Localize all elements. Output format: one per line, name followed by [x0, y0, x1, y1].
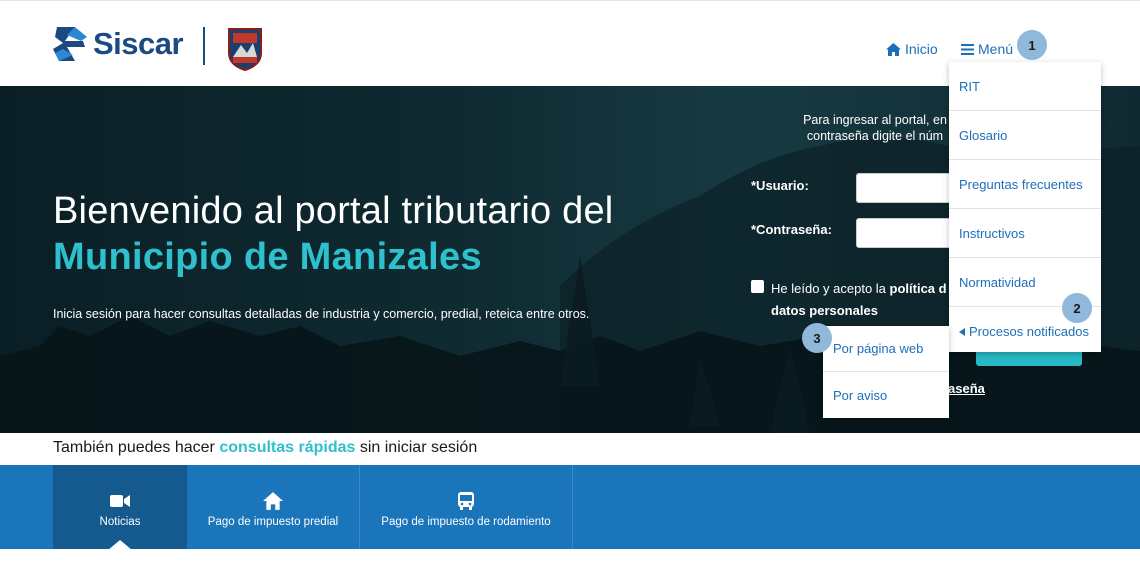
siscar-logo[interactable]: Siscar: [53, 25, 184, 63]
tab-label: Pago de impuesto predial: [207, 516, 339, 528]
page: Siscar Inicio Menú Bienvenido al portal …: [0, 0, 1140, 570]
quick-post: sin iniciar sesión: [359, 439, 478, 456]
siscar-logo-icon: [53, 27, 87, 61]
menu-item-label: RIT: [959, 78, 980, 94]
nav-inicio-label: Inicio: [905, 41, 938, 57]
menu-item-label: Preguntas frecuentes: [959, 176, 1083, 192]
menu-item-glosario[interactable]: Glosario: [949, 111, 1101, 160]
submenu-item-por-aviso[interactable]: Por aviso: [823, 372, 949, 418]
menu-item-instructivos[interactable]: Instructivos: [949, 209, 1101, 258]
menu-item-label: Instructivos: [959, 225, 1025, 241]
hero-title: Bienvenido al portal tributario del: [53, 190, 614, 232]
privacy-text-line2: datos personales: [771, 303, 878, 318]
logo-divider: [203, 27, 205, 65]
password-label: *Contraseña:: [751, 222, 832, 237]
tab-label: Pago de impuesto de rodamiento: [381, 516, 551, 528]
username-label: *Usuario:: [751, 178, 809, 193]
tab-noticias[interactable]: Noticias: [53, 465, 187, 549]
tab-pago-impuesto-predial[interactable]: Pago de impuesto predial: [187, 465, 360, 549]
privacy-policy-checkbox[interactable]: [751, 280, 764, 293]
home-icon: [886, 42, 901, 56]
nav-menu-button[interactable]: Menú: [961, 41, 1013, 57]
quick-consults-bar: Noticias Pago de impuesto predial Pago d…: [0, 465, 1140, 549]
hero-subtitle: Inicia sesión para hacer consultas detal…: [53, 307, 590, 321]
privacy-text-pre: He leído y acepto la: [771, 281, 886, 296]
municipality-crest-icon: [228, 28, 262, 71]
tab-pago-impuesto-rodamiento[interactable]: Pago de impuesto de rodamiento: [360, 465, 573, 549]
submenu-item-por-pagina-web[interactable]: Por página web: [823, 326, 949, 372]
menu-item-label: Normatividad: [959, 274, 1036, 290]
tab-label: Noticias: [99, 516, 141, 528]
quick-consults-heading: También puedes hacer consultas rápidas s…: [53, 439, 477, 457]
menu-item-label: Procesos notificados: [969, 324, 1089, 339]
quick-pre: También puedes hacer: [53, 439, 215, 456]
active-tab-caret: [108, 540, 132, 550]
menu-item-rit[interactable]: RIT: [949, 62, 1101, 111]
step-marker-3: 3: [802, 323, 832, 353]
privacy-policy-text: He leído y acepto la política d datos pe…: [771, 278, 961, 322]
login-hint-line1: Para ingresar al portal, en: [803, 113, 947, 127]
caret-left-icon: [959, 327, 965, 336]
login-hint: Para ingresar al portal, en contraseña d…: [780, 112, 970, 144]
step-marker-2: 2: [1062, 293, 1092, 323]
step-marker-1: 1: [1017, 30, 1047, 60]
video-camera-icon: [110, 495, 130, 507]
login-hint-line2: contraseña digite el núm: [806, 129, 944, 143]
logo-text: Siscar: [93, 26, 184, 61]
nav-menu-label: Menú: [978, 41, 1014, 57]
forgot-password-link[interactable]: aseña: [948, 381, 985, 396]
home-icon: [263, 492, 283, 510]
submenu-item-label: Por página web: [833, 341, 924, 356]
hero-title-highlight: Municipio de Manizales: [53, 236, 482, 278]
privacy-policy-link[interactable]: política d: [890, 281, 947, 296]
quick-highlight: consultas rápidas: [219, 439, 356, 456]
nav-inicio-link[interactable]: Inicio: [886, 41, 938, 57]
bus-icon: [458, 492, 474, 510]
menu-item-preguntas-frecuentes[interactable]: Preguntas frecuentes: [949, 160, 1101, 209]
submenu-item-label: Por aviso: [833, 387, 888, 403]
procesos-notificados-submenu: Por página web Por aviso: [823, 326, 949, 418]
menu-item-label: Glosario: [959, 127, 1008, 143]
hamburger-icon: [961, 43, 974, 55]
